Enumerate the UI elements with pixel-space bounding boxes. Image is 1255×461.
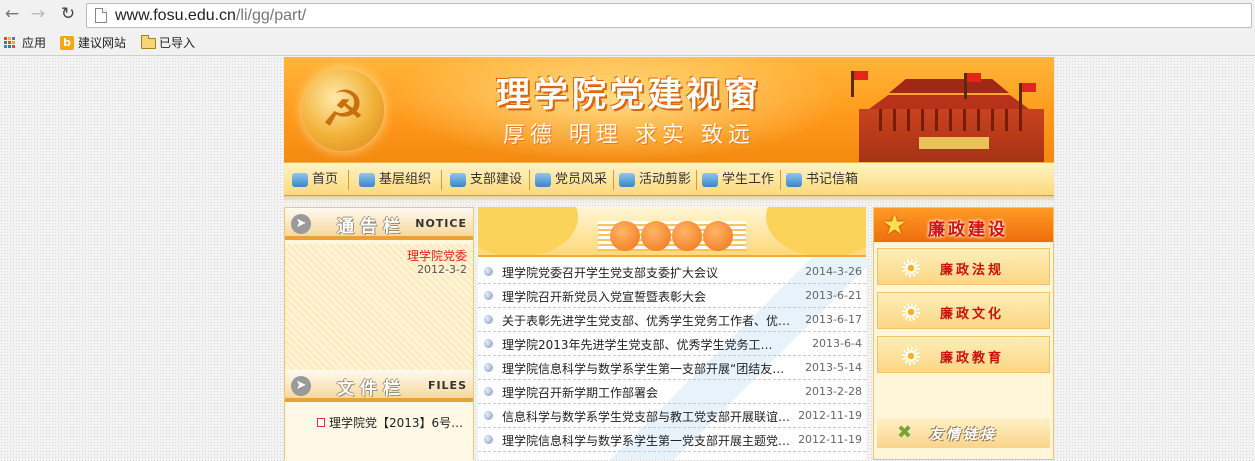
page-icon [95,8,107,23]
news-date: 2013-2-28 [805,385,862,398]
party-emblem-icon: ☭ [302,69,384,151]
apps-grid-icon [4,37,16,49]
nav-grassroots-org[interactable]: 基层组织 [357,172,431,188]
flower-icon [902,347,920,365]
nav-student-work[interactable]: 学生工作 [700,172,774,188]
bullet-icon [484,267,493,276]
scissors-icon [619,173,635,187]
nav-activity-photos[interactable]: 活动剪影 [617,172,691,188]
diamond-icon [702,173,718,187]
news-title[interactable]: 理学院2013年先进学生党支部、优秀学生党务工… [502,336,797,353]
news-row[interactable]: 理学院召开新学期工作部署会 2013-2-28 [478,380,866,404]
news-row[interactable]: 关于表彰先进学生党支部、优秀学生党务工作者、优… 2013-6-17 [478,308,866,332]
news-title[interactable]: 理学院信息科学与数学系学生第一党支部开展主题党… [502,432,797,449]
notice-link[interactable]: 理学院党委 [407,247,467,264]
bing-icon: b [60,36,74,50]
tiananmen-illustration [829,67,1054,162]
news-row[interactable]: 信息科学与数学系学生党支部与教工党支部开展联谊… 2012-11-19 [478,404,866,428]
page-container: ☭ 理学院党建视窗 厚德 明理 求实 致远 首页 基层组织 支部建设 党员风采 … [284,57,1054,461]
reload-icon[interactable]: ↻ [58,4,78,24]
news-panel: 理学院党委召开学生党支部支委扩大会议 2014-3-26 理学院召开新党员入党宣誓暨… [478,207,866,460]
main-nav: 首页 基层组织 支部建设 党员风采 活动剪影 学生工作 书记信箱 [284,162,1054,196]
right-sidebar: ★ 廉政建设 廉政法规 廉政文化 廉政教育 ✖ 友情链接 [873,207,1054,460]
people-icon [535,173,551,187]
bookmark-suggested-sites[interactable]: b 建议网站 [58,35,126,51]
bullet-icon [484,363,493,372]
site-banner: ☭ 理学院党建视窗 厚德 明理 求实 致远 [284,57,1054,162]
bullet-icon [484,315,493,324]
flower-icon [902,259,920,277]
news-row[interactable]: 理学院信息科学与数学系学生第一支部开展“团结友… 2013-5-14 [478,356,866,380]
bookmarks-bar: 应用 b 建议网站 已导入 [0,32,1255,54]
news-title[interactable]: 理学院党委召开学生党支部支委扩大会议 [502,264,797,281]
cross-icon: ✖ [897,422,913,443]
bookmark-apps[interactable]: 应用 [2,35,46,51]
news-date: 2013-6-17 [805,313,862,326]
bullet-icon [484,339,493,348]
news-list: 理学院党委召开学生党支部支委扩大会议 2014-3-26 理学院召开新党员入党宣誓暨… [478,260,866,452]
news-row[interactable]: 理学院召开新党员入党宣誓暨表彰大会 2013-6-21 [478,284,866,308]
folder-icon [141,35,156,49]
news-header-decoration [478,207,866,257]
star-icon: ★ [882,208,908,241]
files-header: ➤ 文件栏 FILES [285,370,473,402]
nav-secretary-mailbox[interactable]: 书记信箱 [784,172,858,188]
notice-header: ➤ 通告栏 NOTICE [285,208,473,240]
globe-icon [450,173,466,187]
news-date: 2012-11-19 [798,409,862,422]
flag-icon [964,73,981,99]
news-row[interactable]: 理学院信息科学与数学系学生第一党支部开展主题党… 2012-11-19 [478,428,866,452]
forward-arrow-icon[interactable]: → [28,4,48,24]
news-row[interactable]: 理学院2013年先进学生党支部、优秀学生党务工… 2013-6-4 [478,332,866,356]
home-icon [292,173,308,187]
nav-member-style[interactable]: 党员风采 [533,172,607,188]
notice-date: 2012-3-2 [417,263,467,276]
news-title[interactable]: 理学院信息科学与数学系学生第一支部开展“团结友… [502,360,797,377]
site-motto: 厚德 明理 求实 致远 [503,123,755,148]
files-list: 理学院党【2013】6号… [285,406,473,461]
site-title: 理学院党建视窗 [496,75,762,115]
bullet-icon [484,291,493,300]
friend-links-header: ✖ 友情链接 [877,418,1050,448]
integrity-culture-link[interactable]: 廉政文化 [877,292,1050,329]
news-date: 2013-5-14 [805,361,862,374]
integrity-header: ★ 廉政建设 [874,208,1053,242]
arrow-icon: ➤ [291,214,311,234]
flag-icon [851,71,868,97]
arrow-icon: ➤ [291,376,311,396]
bullet-icon [484,387,493,396]
integrity-education-link[interactable]: 廉政教育 [877,336,1050,373]
news-row[interactable]: 理学院党委召开学生党支部支委扩大会议 2014-3-26 [478,260,866,284]
news-title[interactable]: 理学院召开新学期工作部署会 [502,384,797,401]
news-title[interactable]: 理学院召开新党员入党宣誓暨表彰大会 [502,288,797,305]
bullet-icon [484,411,493,420]
left-sidebar: ➤ 通告栏 NOTICE 理学院党委 2012-3-2 ➤ 文件栏 FILES … [284,207,474,461]
mailbox-icon [786,173,802,187]
address-bar[interactable]: www.fosu.edu.cn/li/gg/part/ [86,3,1252,28]
bookmark-imported[interactable]: 已导入 [139,35,195,51]
flower-icon [902,303,920,321]
back-arrow-icon[interactable]: ← [2,4,22,24]
news-title[interactable]: 信息科学与数学系学生党支部与教工党支部开展联谊… [502,408,797,425]
flag-icon [1019,83,1036,109]
news-date: 2013-6-21 [805,289,862,302]
news-title[interactable]: 关于表彰先进学生党支部、优秀学生党务工作者、优… [502,312,797,329]
news-date: 2014-3-26 [805,265,862,278]
bullet-icon [484,435,493,444]
integrity-regulations-link[interactable]: 廉政法规 [877,248,1050,285]
news-date: 2013-6-4 [812,337,862,350]
mail-icon [359,173,375,187]
news-date: 2012-11-19 [798,433,862,446]
file-link[interactable]: 理学院党【2013】6号… [317,415,469,431]
notice-board: 理学院党委 2012-3-2 [285,244,473,370]
nav-home[interactable]: 首页 [290,172,338,188]
browser-toolbar: ← → ↻ www.fosu.edu.cn/li/gg/part/ 应用 b 建… [0,0,1255,56]
nav-branch-building[interactable]: 支部建设 [448,172,522,188]
document-icon [317,418,325,427]
url-text[interactable]: www.fosu.edu.cn/li/gg/part/ [115,7,306,25]
